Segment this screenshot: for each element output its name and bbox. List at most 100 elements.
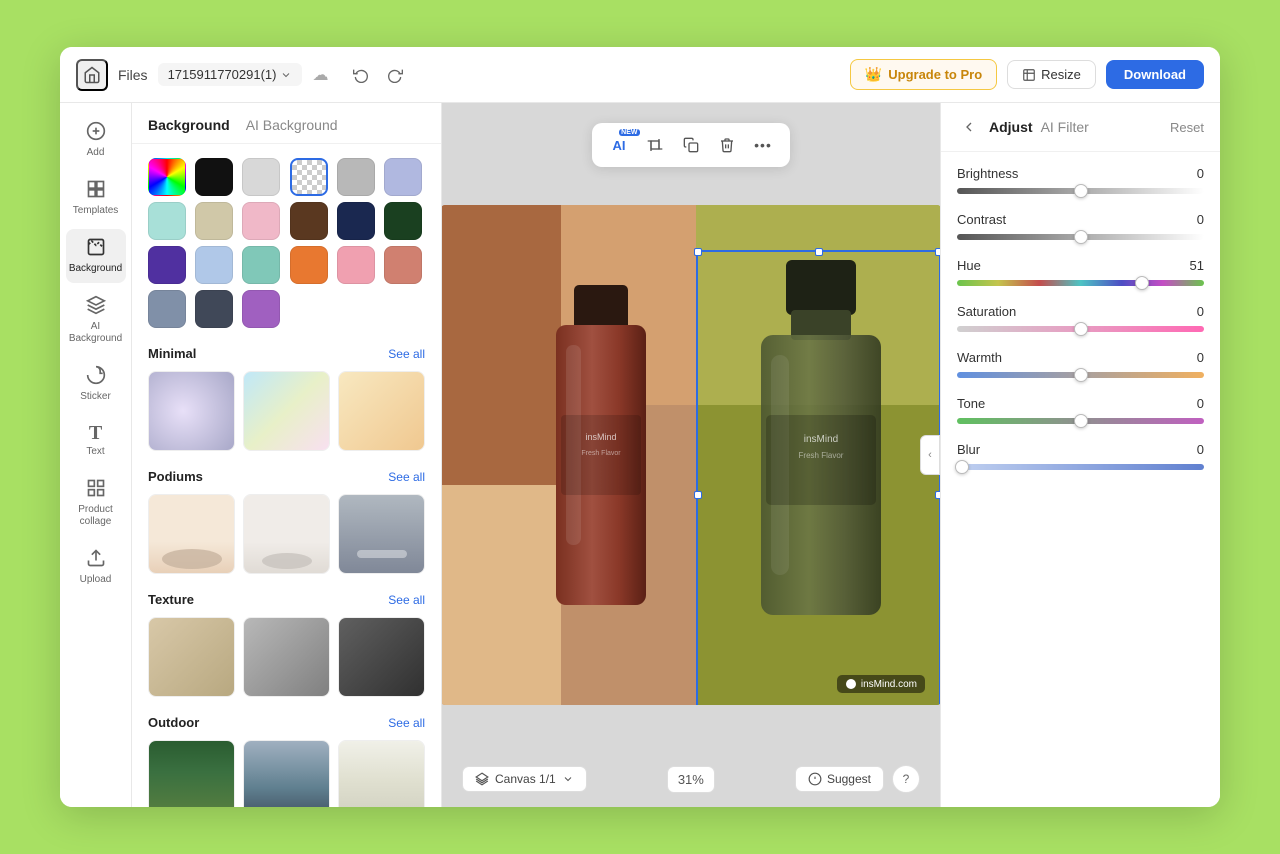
swatch-brown[interactable] (290, 202, 328, 240)
sidebar-item-add[interactable]: Add (66, 113, 126, 167)
help-button[interactable]: ? (892, 765, 920, 793)
blur-slider[interactable] (957, 464, 1204, 470)
texture-thumb-3[interactable] (338, 617, 425, 697)
minimal-thumb-1[interactable] (148, 371, 235, 451)
adjust-tab[interactable]: Adjust (989, 119, 1033, 135)
texture-see-all[interactable]: See all (388, 593, 425, 607)
download-button[interactable]: Download (1106, 60, 1204, 89)
outdoor-thumb-2[interactable] (243, 740, 330, 807)
sidebar-item-background[interactable]: Background (66, 229, 126, 283)
swatch-lightblue2[interactable] (195, 246, 233, 284)
warmth-thumb[interactable] (1074, 368, 1088, 382)
suggest-button[interactable]: Suggest (795, 766, 884, 792)
duplicate-tool-button[interactable] (674, 128, 708, 162)
texture-thumb-1[interactable] (148, 617, 235, 697)
swatch-midgray[interactable] (337, 158, 375, 196)
swatch-lavender[interactable] (384, 158, 422, 196)
sidebar-item-ai-background[interactable]: AI Background (66, 287, 126, 353)
crop-tool-button[interactable] (638, 128, 672, 162)
swatch-purple[interactable] (148, 246, 186, 284)
texture-section-header: Texture See all (148, 592, 425, 607)
sticker-label: Sticker (80, 391, 111, 403)
warmth-row: Warmth 0 (957, 350, 1204, 378)
swatch-transparent[interactable] (290, 158, 328, 196)
tone-slider[interactable] (957, 418, 1204, 424)
tone-row: Tone 0 (957, 396, 1204, 424)
sidebar-item-templates[interactable]: Templates (66, 171, 126, 225)
outdoor-thumb-1[interactable] (148, 740, 235, 807)
canvas-bottom-bar: Canvas 1/1 31% Suggest ? (462, 765, 920, 793)
podium-thumb-1[interactable] (148, 494, 235, 574)
swatch-teal[interactable] (242, 246, 280, 284)
ai-background-tab[interactable]: AI Background (246, 117, 338, 133)
tone-thumb[interactable] (1074, 414, 1088, 428)
background-tab[interactable]: Background (148, 117, 230, 133)
saturation-thumb[interactable] (1074, 322, 1088, 336)
swatch-charcoal[interactable] (195, 290, 233, 328)
hue-thumb[interactable] (1135, 276, 1149, 290)
hue-slider[interactable] (957, 280, 1204, 286)
text-label: Text (86, 446, 104, 458)
podium-thumb-3[interactable] (338, 494, 425, 574)
warmth-slider[interactable] (957, 372, 1204, 378)
product-left[interactable]: insMind Fresh Flavor (536, 285, 666, 625)
back-button[interactable] (957, 115, 981, 139)
swatch-steel[interactable] (148, 290, 186, 328)
contrast-slider[interactable] (957, 234, 1204, 240)
swatch-violet[interactable] (242, 290, 280, 328)
minimal-section-header: Minimal See all (148, 346, 425, 361)
sidebar-item-sticker[interactable]: Sticker (66, 357, 126, 411)
blur-thumb[interactable] (955, 460, 969, 474)
ai-filter-tab[interactable]: AI Filter (1041, 119, 1089, 135)
canvas-layers-button[interactable]: Canvas 1/1 (462, 766, 587, 792)
more-tool-button[interactable]: ••• (746, 128, 780, 162)
contrast-thumb[interactable] (1074, 230, 1088, 244)
brightness-slider[interactable] (957, 188, 1204, 194)
swatch-orange[interactable] (290, 246, 328, 284)
swatch-tan[interactable] (195, 202, 233, 240)
swatch-navy[interactable] (337, 202, 375, 240)
sidebar-item-upload[interactable]: Upload (66, 540, 126, 594)
ai-tool-button[interactable]: AI NEW (602, 128, 636, 162)
blur-value: 0 (1197, 442, 1204, 457)
background-label: Background (69, 263, 122, 275)
files-label[interactable]: Files (118, 67, 148, 83)
reset-button[interactable]: Reset (1170, 120, 1204, 135)
upload-icon (86, 548, 106, 571)
resize-button[interactable]: Resize (1007, 60, 1096, 89)
brightness-thumb[interactable] (1074, 184, 1088, 198)
swatch-lightgray[interactable] (242, 158, 280, 196)
swatch-rainbow[interactable] (148, 158, 186, 196)
watermark: insMind.com (837, 675, 925, 693)
file-name-button[interactable]: 1715911770291(1) (158, 63, 303, 86)
outdoor-thumb-3[interactable] (338, 740, 425, 807)
delete-tool-button[interactable] (710, 128, 744, 162)
swatch-lightpink[interactable] (337, 246, 375, 284)
podium-thumb-2[interactable] (243, 494, 330, 574)
minimal-see-all[interactable]: See all (388, 347, 425, 361)
swatch-darkgreen[interactable] (384, 202, 422, 240)
swatch-black[interactable] (195, 158, 233, 196)
sidebar-item-text[interactable]: T Text (66, 415, 126, 466)
ai-background-label: AI Background (69, 321, 122, 345)
collapse-panel-button[interactable]: ‹ (920, 435, 940, 475)
texture-thumb-2[interactable] (243, 617, 330, 697)
sidebar-item-product-collage[interactable]: Product collage (66, 470, 126, 536)
undo-button[interactable] (346, 60, 376, 90)
swatch-pink[interactable] (242, 202, 280, 240)
product-right[interactable]: insMind Fresh Flavor (741, 260, 901, 640)
upgrade-pro-button[interactable]: 👑 Upgrade to Pro (850, 59, 997, 90)
header: Files 1715911770291(1) ☁ 👑 Upgrade to Pr… (60, 47, 1220, 103)
podiums-see-all[interactable]: See all (388, 470, 425, 484)
swatch-mint[interactable] (148, 202, 186, 240)
outdoor-see-all[interactable]: See all (388, 716, 425, 730)
svg-text:Fresh Flavor: Fresh Flavor (799, 451, 844, 460)
minimal-thumb-2[interactable] (243, 371, 330, 451)
brightness-value: 0 (1197, 166, 1204, 181)
redo-button[interactable] (380, 60, 410, 90)
swatch-salmon[interactable] (384, 246, 422, 284)
minimal-thumb-3[interactable] (338, 371, 425, 451)
saturation-slider[interactable] (957, 326, 1204, 332)
home-button[interactable] (76, 59, 108, 91)
warmth-value: 0 (1197, 350, 1204, 365)
